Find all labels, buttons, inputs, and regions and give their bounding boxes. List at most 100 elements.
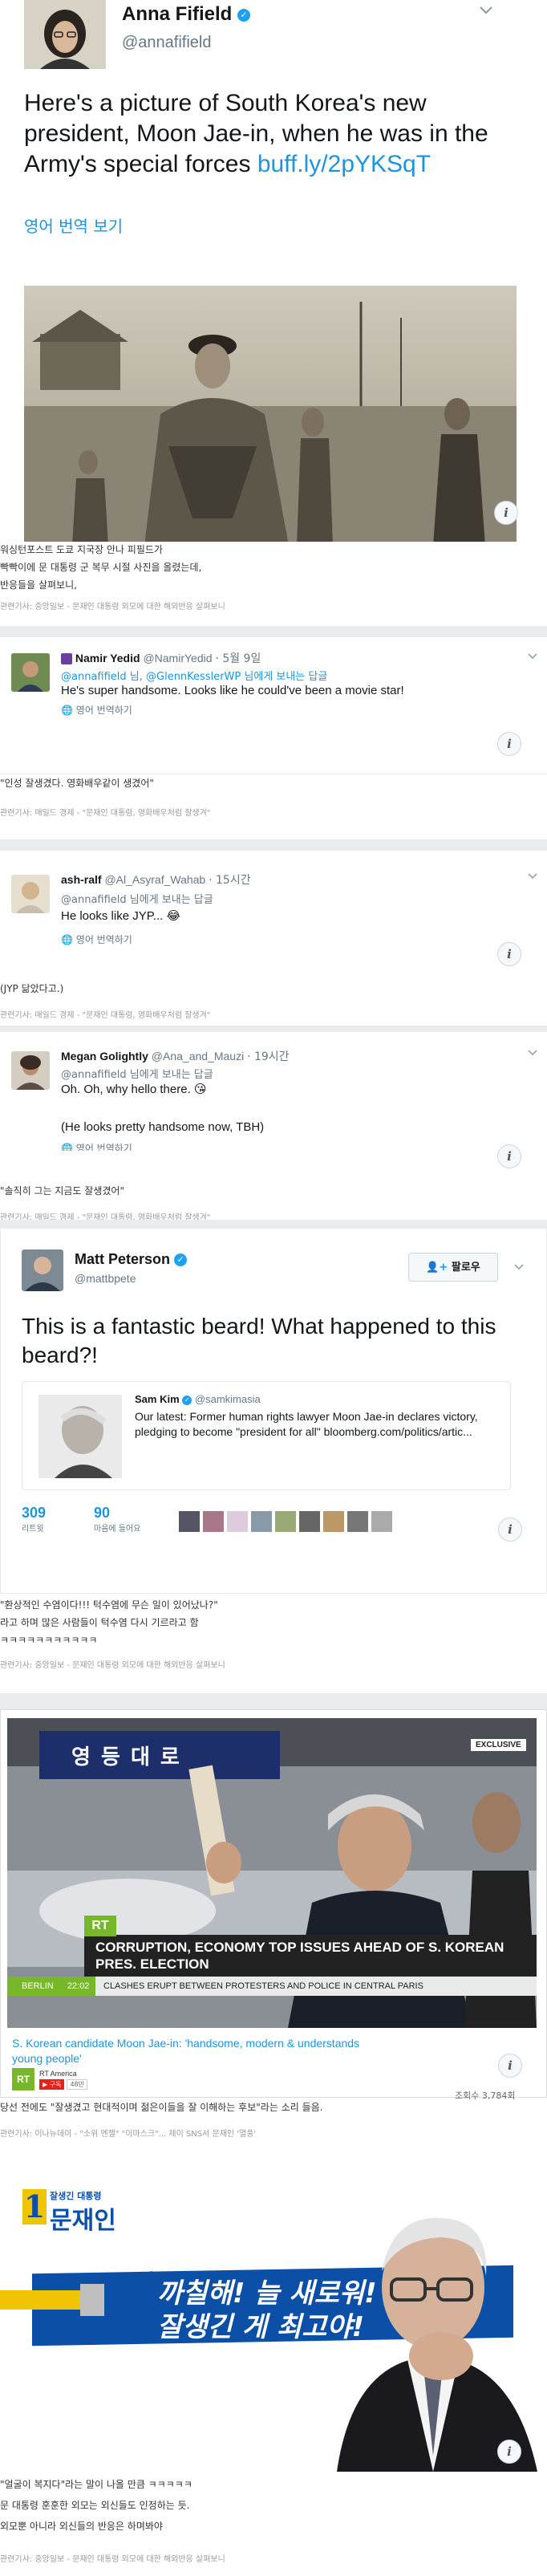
army-photo[interactable] [24, 286, 517, 546]
caption-line: 라고 하며 많은 사람들이 턱수염 다시 기르라고 함 [0, 1617, 199, 1628]
like-count[interactable]: 90 마음에 들어요 [94, 1505, 140, 1534]
reply-text: Oh. Oh, why hello there. 😘 [61, 1083, 207, 1096]
avatar[interactable] [227, 1511, 248, 1532]
verified-icon: ✓ [237, 8, 251, 22]
caption-line: 문 대통령 훈훈한 외모는 외신들도 인정하는 듯. [0, 2500, 190, 2511]
author-handle[interactable]: @Al_Asyraf_Wahab [104, 873, 205, 886]
translate-link[interactable]: 🌐 영어 번역하기 [61, 1141, 132, 1151]
globe-icon: 🌐 [61, 1143, 73, 1151]
timestamp[interactable]: · 5월 9일 [215, 652, 261, 665]
caption-line: "솔직히 그는 지금도 잘생겼어" [0, 1185, 124, 1197]
chevron-down-icon[interactable] [528, 653, 537, 660]
author-name[interactable]: Anna Fifield ✓ [122, 3, 251, 26]
avatar[interactable] [22, 1249, 63, 1291]
info-icon[interactable]: i [497, 942, 521, 966]
candidate-name: 문재인 [50, 2207, 116, 2235]
video-title[interactable]: S. Korean candidate Moon Jae-in: 'handso… [12, 2036, 389, 2066]
chevron-down-icon[interactable] [514, 1264, 524, 1270]
chevron-down-icon[interactable] [528, 873, 537, 880]
subscribe-button[interactable]: ▶ 구독 [39, 2078, 65, 2090]
author-name[interactable]: Matt Peterson ✓ [75, 1251, 188, 1268]
chevron-down-icon[interactable] [480, 6, 492, 14]
video-thumbnail[interactable]: 영 등 대 로 EXCLUSIVE CORRUPTION, ECONOMY TO… [7, 1718, 537, 2028]
timestamp[interactable]: · 15시간 [209, 874, 250, 887]
news-ticker: CLASHES ERUPT BETWEEN PROTESTERS AND POL… [95, 1977, 537, 1996]
caption-source: 관련기사: 중앙일보 - 문재인 대통령 외모에 대한 해외반응 살펴보니 [0, 603, 225, 611]
follow-button[interactable]: 👤+ 팔로우 [408, 1253, 498, 1282]
caption-block-7: "얼굴이 복지다"라는 말이 나올 만큼 ㅋㅋㅋㅋㅋ 문 대통령 훈훈한 외모는… [0, 2472, 547, 2576]
street-sign: 영 등 대 로 [71, 1745, 181, 1769]
avatar[interactable] [24, 0, 106, 69]
caption-source: 관련기사: 매일드 경제 - "문재인 대통령, 영화배우처럼 잘생겨" [0, 809, 211, 818]
divider [0, 839, 547, 851]
reply-header: ash-ralf @Al_Asyraf_Wahab · 15시간 [61, 872, 251, 888]
news-headline-bar: CORRUPTION, ECONOMY TOP ISSUES AHEAD OF … [84, 1935, 537, 1977]
info-icon[interactable]: i [498, 2054, 522, 2078]
avatar[interactable] [371, 1511, 392, 1532]
reply-to[interactable]: @annafifield 님에게 보내는 답글 [61, 1066, 213, 1081]
caption-line: (JYP 닮았다고.) [0, 983, 64, 994]
author-name[interactable]: Namir Yedid [75, 652, 140, 664]
globe-icon: 🌐 [61, 934, 73, 945]
info-icon[interactable]: i [497, 2440, 521, 2464]
caption-block-1: 워싱턴포스트 도쿄 지국장 안나 피필드가 빡빡이에 문 대통령 군 복무 시절… [0, 542, 547, 634]
avatar[interactable] [251, 1511, 272, 1532]
avatar[interactable] [179, 1511, 200, 1532]
author-name[interactable]: ash-ralf [61, 873, 102, 886]
retweet-count[interactable]: 309 리트윗 [22, 1505, 46, 1534]
reply-header: Namir Yedid @NamirYedid · 5월 9일 [61, 650, 261, 666]
tweet-text: This is a fantastic beard! What happened… [22, 1314, 496, 1367]
info-icon[interactable]: i [498, 1518, 522, 1542]
tweet-link[interactable]: buff.ly/2pYKSqT [257, 151, 431, 177]
caption-source: 관련기사: 매일드 경제 - "문재인 대통령, 영화배우처럼 잘생겨" [0, 1011, 211, 1020]
author-handle[interactable]: @annafifield [122, 34, 211, 52]
divider [0, 626, 547, 637]
author-handle[interactable]: @NamirYedid [143, 652, 212, 664]
avatar[interactable] [323, 1511, 344, 1532]
avatar[interactable] [11, 875, 50, 913]
video-card: 영 등 대 로 EXCLUSIVE CORRUPTION, ECONOMY TO… [0, 1709, 547, 2101]
info-icon[interactable]: i [497, 732, 521, 756]
tweet-text: Here's a picture of South Korea's new pr… [24, 90, 488, 177]
reply-card-ashralf: ash-ralf @Al_Asyraf_Wahab · 15시간 @annafi… [0, 851, 547, 974]
quoted-tweet[interactable]: Sam Kim ✓ @samkimasia Our latest: Former… [22, 1381, 511, 1490]
caption-line: 빡빡이에 문 대통령 군 복무 시절 사진을 올렸는데, [0, 562, 202, 573]
reply-card-namir: Namir Yedid @NamirYedid · 5월 9일 @annafif… [0, 637, 547, 774]
caption-line: 워싱턴포스트 도쿄 지국장 안나 피필드가 [0, 544, 163, 555]
candidate-number: 1 [22, 2188, 47, 2225]
rt-logo: RT [84, 1916, 116, 1936]
verified-icon: ✓ [174, 1253, 188, 1267]
caption-line: "얼굴이 복지다"라는 말이 나올 만큼 ㅋㅋㅋㅋㅋ [0, 2479, 192, 2490]
liker-avatars[interactable] [179, 1511, 392, 1534]
timestamp[interactable]: · 19시간 [247, 1050, 289, 1063]
translate-link[interactable]: 🌐 영어 번역하기 [61, 703, 132, 717]
avatar[interactable] [11, 653, 50, 692]
avatar[interactable] [203, 1511, 224, 1532]
caption-block-5: "환상적인 수염이다!!! 턱수염에 무슨 일이 있어났나?" 라고 하며 많은… [0, 1594, 547, 1693]
reply-to[interactable]: @annafifield 님, @GlennKesslerWP 님에게 보내는 … [61, 668, 327, 683]
translate-link[interactable]: 영어 번역 보기 [24, 213, 123, 237]
caption-line: "인성 잘생겼다. 영화배우같이 생겼어" [0, 778, 154, 789]
translate-link[interactable]: 🌐 영어 번역하기 [61, 932, 132, 946]
avatar[interactable] [11, 1051, 50, 1090]
campaign-banner: 1 잘생긴 대통령 문재인 까칠해! 늘 새로워! 잘생긴 게 최고야! i [0, 2167, 547, 2472]
info-icon[interactable]: i [494, 501, 518, 525]
info-icon[interactable]: i [497, 1144, 521, 1168]
channel-name[interactable]: RT America [39, 2070, 87, 2078]
tweet-card-matt: Matt Peterson ✓ @mattbpete 👤+ 팔로우 This i… [0, 1228, 547, 1594]
author-name[interactable]: Megan Golightly [61, 1050, 148, 1062]
caption-block-3: (JYP 닮았다고.) 관련기사: 매일드 경제 - "문재인 대통령, 영화배… [0, 977, 547, 1026]
city-clock-bar: BERLIN 22:02 [7, 1977, 95, 1996]
chevron-down-icon[interactable] [528, 1050, 537, 1056]
avatar[interactable] [347, 1511, 368, 1532]
caption-line: 외모뿐 아니라 외신들의 반응은 하며봐야 [0, 2521, 163, 2532]
divider [0, 1026, 547, 1032]
author-handle[interactable]: @mattbpete [75, 1272, 136, 1285]
rt-channel-icon[interactable]: RT [12, 2068, 34, 2090]
caption-block-2: "인성 잘생겼다. 영화배우같이 생겼어" 관련기사: 매일드 경제 - "문재… [0, 774, 547, 839]
avatar[interactable] [299, 1511, 320, 1532]
add-user-icon: 👤+ [426, 1262, 448, 1274]
avatar[interactable] [275, 1511, 296, 1532]
author-handle[interactable]: @Ana_and_Mauzi [152, 1050, 244, 1062]
reply-to[interactable]: @annafifield 님에게 보내는 답글 [61, 891, 213, 906]
